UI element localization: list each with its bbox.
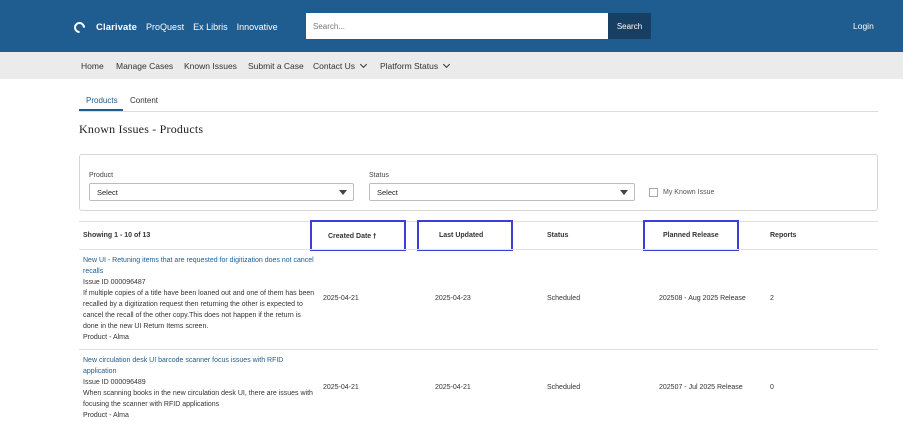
- issue-id: Issue ID 000096487: [83, 279, 146, 286]
- row-last-updated: 2025-04-21: [435, 384, 471, 391]
- row-divider: [79, 349, 878, 350]
- brand-ex-libris[interactable]: Ex Libris: [193, 22, 228, 32]
- row-last-updated: 2025-04-23: [435, 295, 471, 302]
- nav-known-issues[interactable]: Known Issues: [184, 61, 237, 71]
- highlight-created-date: [310, 220, 406, 251]
- caret-down-icon: [620, 190, 628, 195]
- row-status: Scheduled: [547, 384, 581, 391]
- clarivate-logo-icon: [71, 19, 88, 35]
- row-reports: 2: [770, 295, 774, 302]
- row-created-date: 2025-04-21: [323, 295, 359, 302]
- tab-content[interactable]: Content: [130, 96, 158, 105]
- nav-platform-status-label: Platform Status: [380, 61, 439, 71]
- tab-products[interactable]: Products: [86, 96, 118, 105]
- status-select-value: Select: [377, 188, 398, 197]
- my-known-issue-checkbox[interactable]: [649, 188, 658, 197]
- login-link[interactable]: Login: [853, 21, 874, 31]
- nav-known-issues-label: Known Issues: [184, 61, 237, 71]
- issue-description: When scanning books in the new circulati…: [83, 390, 313, 408]
- nav-home[interactable]: Home: [81, 61, 104, 71]
- search-button[interactable]: Search: [608, 13, 651, 39]
- nav-submit-case[interactable]: Submit a Case: [248, 61, 304, 71]
- issue-title-link[interactable]: New UI - Retuning items that are request…: [83, 255, 318, 277]
- nav-platform-status[interactable]: Platform Status: [380, 60, 451, 71]
- nav-contact-us-label: Contact Us: [313, 61, 356, 71]
- row-created-date: 2025-04-21: [323, 384, 359, 391]
- table-row: New UI - Retuning items that are request…: [83, 255, 318, 343]
- top-header: Clarivate ProQuest Ex Libris Innovative …: [0, 0, 903, 52]
- my-known-issue-label: My Known Issue: [663, 189, 715, 196]
- chevron-down-icon: [360, 60, 368, 69]
- row-planned-release: 202507 - Jul 2025 Release: [659, 384, 743, 391]
- nav-home-label: Home: [81, 61, 104, 71]
- brand-clarivate[interactable]: Clarivate: [96, 22, 137, 33]
- nav-contact-us[interactable]: Contact Us: [313, 60, 368, 71]
- chevron-down-icon: [443, 60, 451, 69]
- issue-product: Product - Alma: [83, 334, 129, 341]
- header-divider: [79, 249, 878, 250]
- brand-innovative[interactable]: Innovative: [237, 22, 278, 32]
- results-count: Showing 1 - 10 of 13: [83, 232, 151, 239]
- search-bar: Search: [306, 13, 651, 39]
- status-filter-label: Status: [369, 172, 389, 179]
- table-row: New circulation desk UI barcode scanner …: [83, 355, 318, 421]
- caret-down-icon: [339, 190, 347, 195]
- row-planned-release: 202508 - Aug 2025 Release: [659, 295, 746, 302]
- issue-description: If multiple copies of a title have been …: [83, 290, 315, 330]
- highlight-planned-release: [643, 220, 739, 251]
- brand-bar: Clarivate ProQuest Ex Libris Innovative: [71, 19, 278, 35]
- brand-proquest[interactable]: ProQuest: [146, 22, 184, 32]
- row-status: Scheduled: [547, 295, 581, 302]
- row-reports: 0: [770, 384, 774, 391]
- nav-manage-cases[interactable]: Manage Cases: [116, 61, 173, 71]
- issue-product: Product - Alma: [83, 412, 129, 419]
- nav-manage-cases-label: Manage Cases: [116, 61, 174, 71]
- main-nav: Home Manage Cases Known Issues Submit a …: [0, 52, 903, 79]
- product-select[interactable]: Select: [89, 183, 354, 201]
- tabs-divider: [79, 111, 878, 112]
- search-input[interactable]: [306, 13, 608, 39]
- status-select[interactable]: Select: [369, 183, 635, 201]
- issue-id: Issue ID 000096489: [83, 379, 146, 386]
- product-filter-label: Product: [89, 172, 114, 179]
- issue-title-link[interactable]: New circulation desk UI barcode scanner …: [83, 355, 318, 377]
- nav-submit-case-label: Submit a Case: [248, 61, 304, 71]
- page-title: Known Issues - Products: [79, 122, 204, 136]
- highlight-last-updated: [417, 220, 513, 251]
- column-reports[interactable]: Reports: [770, 232, 796, 239]
- product-select-value: Select: [97, 188, 118, 197]
- column-status[interactable]: Status: [547, 232, 568, 239]
